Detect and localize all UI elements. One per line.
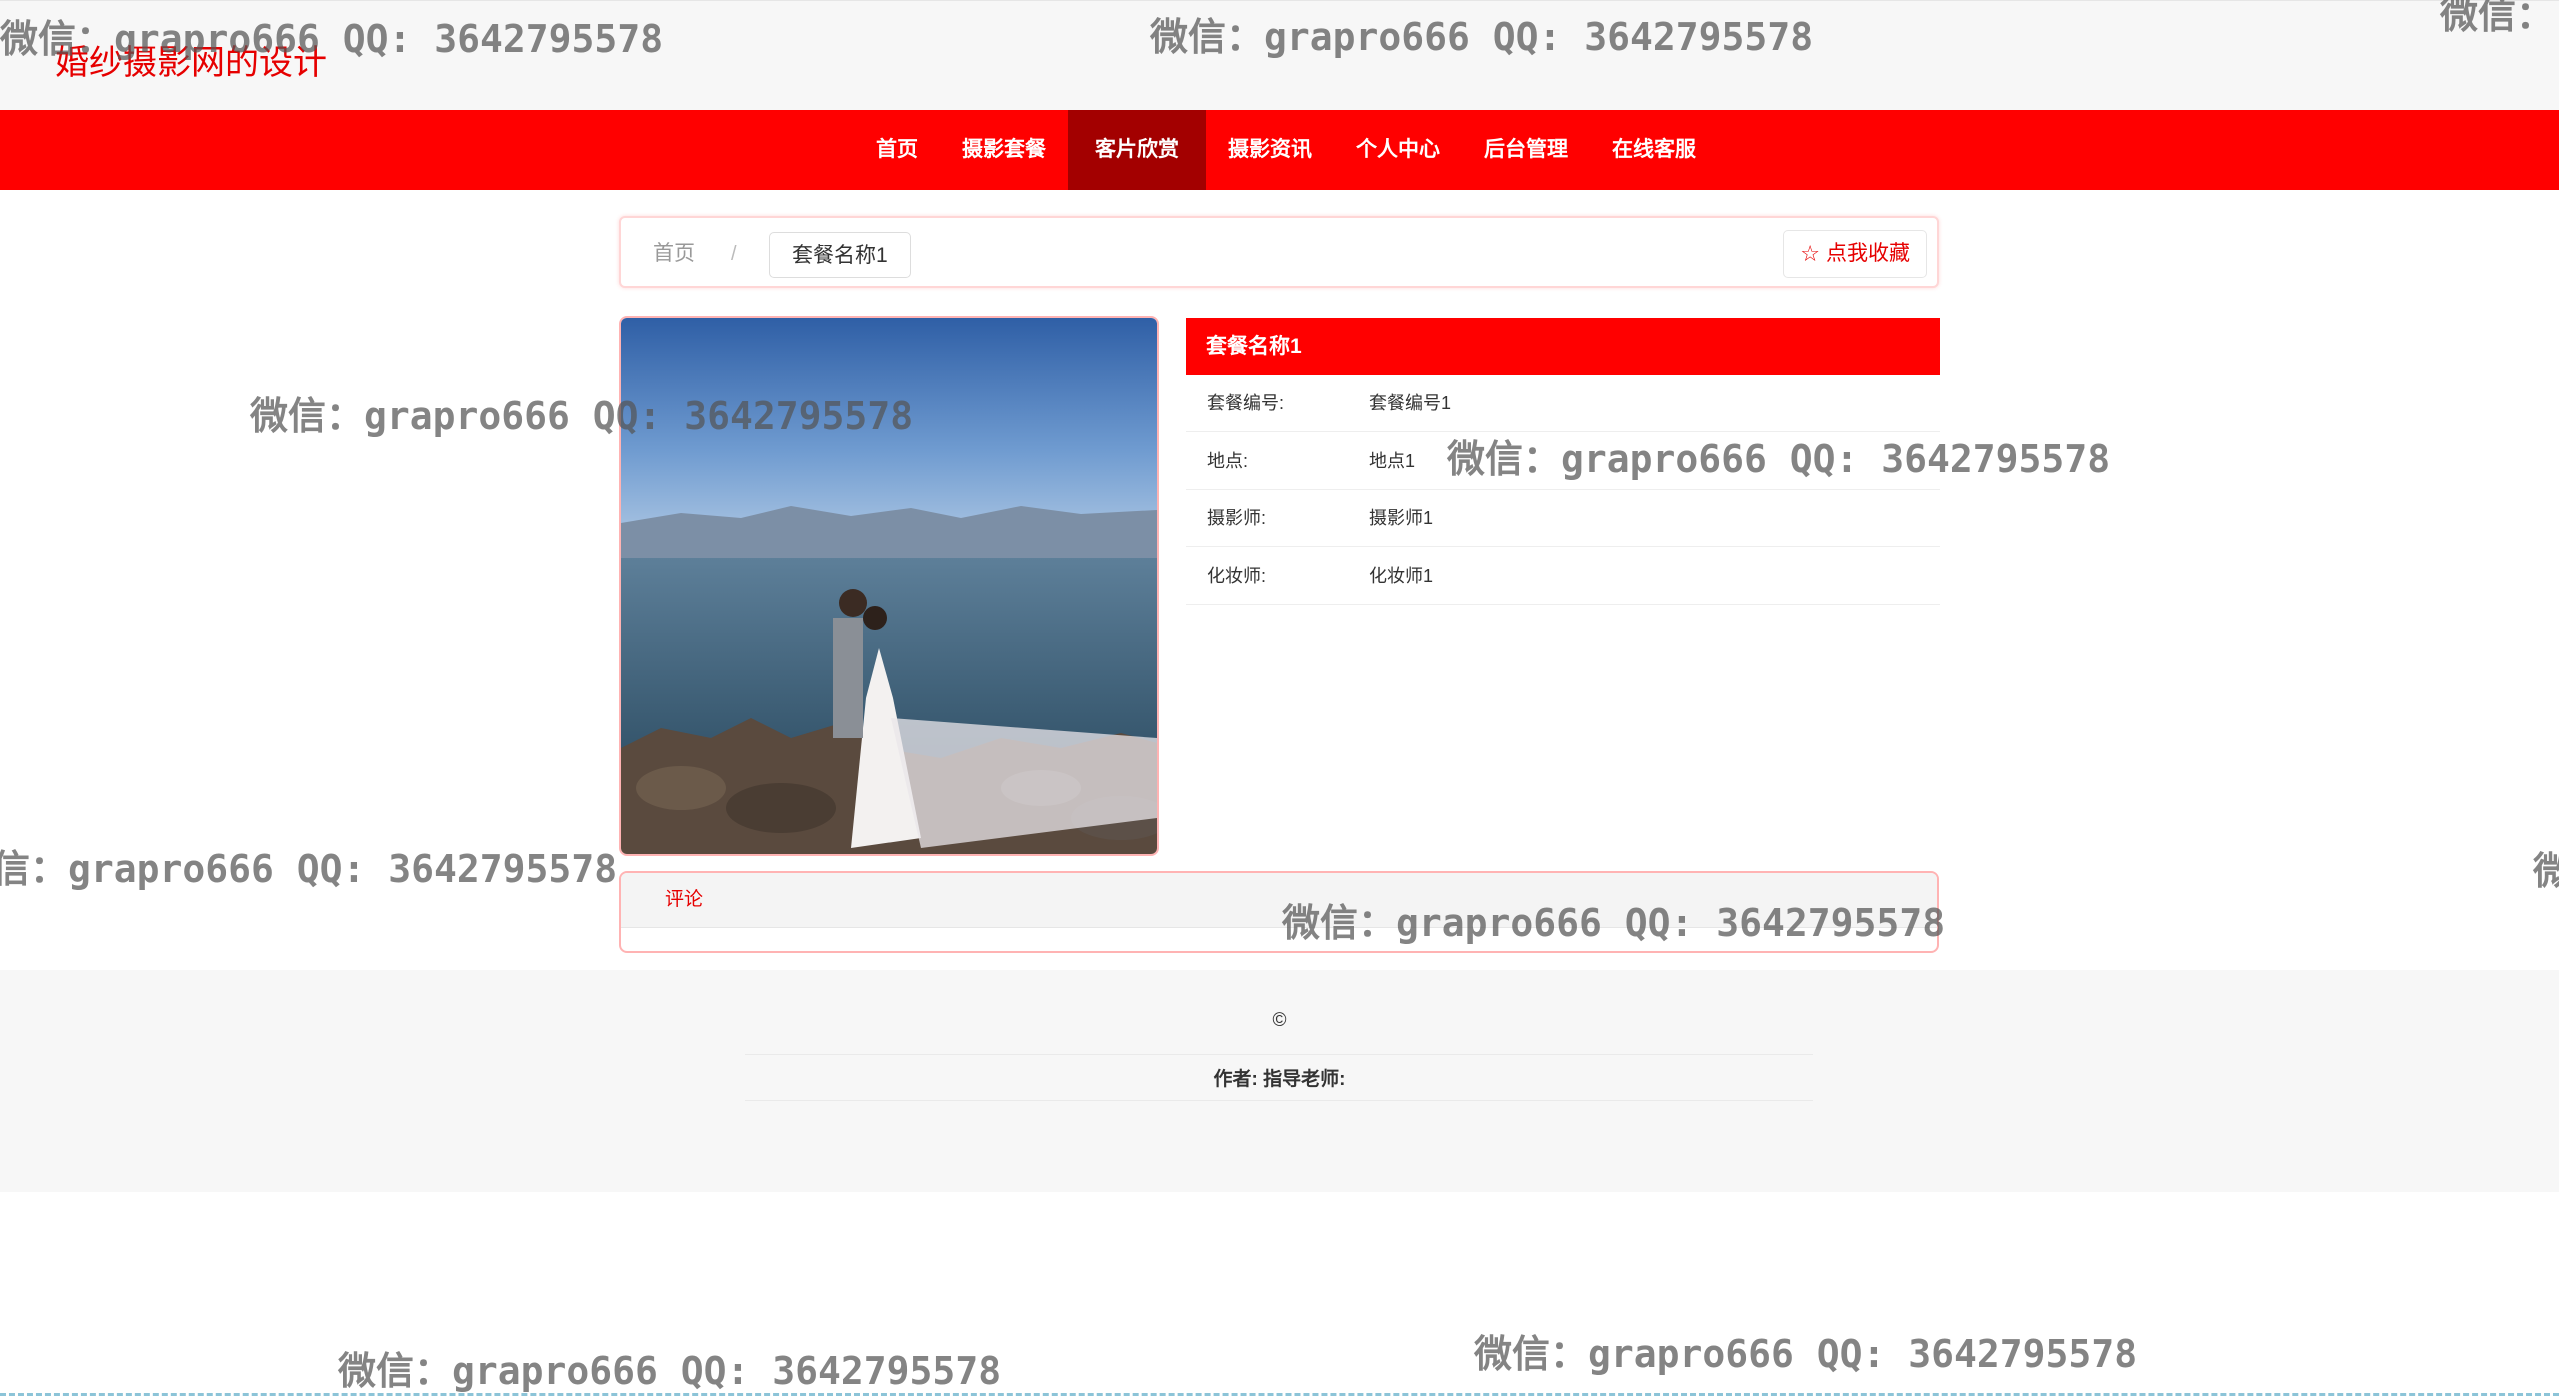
star-icon: ☆ [1800,241,1820,266]
detail-row-photographer: 摄影师: 摄影师1 [1186,490,1940,547]
breadcrumb-home[interactable]: 首页 [653,218,695,290]
detail-row-code: 套餐编号: 套餐编号1 [1186,375,1940,432]
nav-item-profile[interactable]: 个人中心 [1334,110,1462,190]
detail-value-photographer: 摄影师1 [1369,508,1434,528]
favorite-button[interactable]: ☆ 点我收藏 [1783,230,1927,278]
watermark: 信：grapro666 QQ: 3642795578 [0,847,618,891]
detail-value-makeup: 化妆师1 [1369,566,1434,586]
watermark: 微信：grapro666 QQ: 3642795578 [1282,901,1946,945]
nav-item-news[interactable]: 摄影资讯 [1206,110,1334,190]
copyright: © [1272,1010,1287,1031]
bottom-dashed-border [0,1393,2559,1396]
detail-key-code: 套餐编号: [1207,393,1285,413]
detail-row-makeup: 化妆师: 化妆师1 [1186,548,1940,605]
nav-item-support[interactable]: 在线客服 [1590,110,1718,190]
watermark: 微信：grapro666 QQ: 3642795578 [1447,437,2111,481]
nav-item-home[interactable]: 首页 [854,110,940,190]
watermark: 微信：grapro666 QQ: 3642795578 [1150,15,1814,59]
detail-value-code: 套餐编号1 [1369,393,1452,413]
detail-key-photographer: 摄影师: [1207,508,1267,528]
watermark: 微 [2533,849,2559,893]
favorite-label: 点我收藏 [1826,242,1910,265]
breadcrumb-separator: / [731,243,737,265]
footer-info: 作者: 指导老师: [1213,1069,1346,1090]
watermark: 微信：grapro666 QQ: 3642795578 [1474,1332,2138,1376]
watermark: 微信： [2440,0,2555,37]
footer-divider [745,1100,1813,1101]
footer-divider [745,1054,1813,1055]
nav-item-packages[interactable]: 摄影套餐 [940,110,1068,190]
watermark: 微信：grapro666 QQ: 3642795578 [338,1349,1002,1393]
nav-item-gallery[interactable]: 客片欣赏 [1068,110,1206,190]
breadcrumb-bar: 首页 / 套餐名称1 ☆ 点我收藏 [619,216,1939,288]
footer: © 作者: 指导老师: [0,970,2559,1192]
detail-value-location: 地点1 [1369,451,1416,471]
detail-title: 套餐名称1 [1186,318,1940,375]
breadcrumb-current: 套餐名称1 [769,232,911,278]
watermark: 微信：grapro666 QQ: 3642795578 [0,17,664,61]
tab-comments[interactable]: 评论 [665,873,703,927]
detail-key-location: 地点: [1207,451,1249,471]
detail-key-makeup: 化妆师: [1207,566,1267,586]
nav-list: 首页 摄影套餐 客片欣赏 摄影资讯 个人中心 后台管理 在线客服 [0,110,2559,190]
main-navbar: 首页 摄影套餐 客片欣赏 摄影资讯 个人中心 后台管理 在线客服 [0,110,2559,190]
watermark: 微信：grapro666 QQ: 3642795578 [250,394,914,438]
nav-item-admin[interactable]: 后台管理 [1462,110,1590,190]
